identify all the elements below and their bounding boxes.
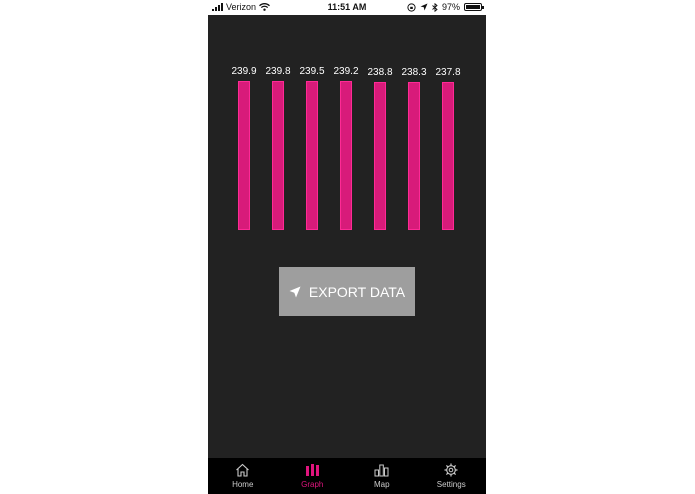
battery-icon — [464, 3, 484, 11]
status-left: Verizon — [212, 2, 270, 12]
tab-graph-label: Graph — [301, 480, 324, 489]
bar-chart: 239.9 239.8 239.5 239.2 238.8 238.3 237.8 — [208, 60, 486, 250]
bluetooth-icon — [432, 2, 438, 12]
tab-settings[interactable]: Settings — [417, 458, 487, 494]
gear-icon — [444, 463, 458, 477]
chart-data-label: 239.9 — [231, 66, 257, 77]
chart-data-label: 239.8 — [265, 66, 291, 77]
tab-home-label: Home — [232, 480, 254, 489]
chart-bar — [374, 82, 386, 230]
export-data-label: EXPORT DATA — [308, 283, 406, 300]
chart-bar — [238, 81, 250, 230]
chart-bar — [340, 81, 352, 230]
phone-screen: Verizon 11:51 AM 97% 239.9 239.8 239.5 2… — [208, 0, 486, 494]
battery-level — [466, 5, 480, 9]
tab-settings-label: Settings — [436, 480, 466, 489]
tab-graph[interactable]: Graph — [278, 458, 348, 494]
graph-icon — [305, 464, 319, 476]
tab-home[interactable]: Home — [208, 458, 278, 494]
location-icon — [420, 3, 428, 11]
battery-percent: 97% — [441, 2, 460, 12]
signal-icon — [212, 3, 223, 11]
chart-bar — [442, 82, 454, 230]
chart-bar — [408, 82, 420, 230]
status-bar: Verizon 11:51 AM 97% — [208, 0, 486, 15]
wifi-icon — [259, 3, 270, 11]
tab-bar: Home Graph Map Settings — [208, 458, 486, 494]
chart-data-label: 239.2 — [333, 66, 359, 77]
map-icon — [374, 464, 389, 477]
chart-bar — [272, 81, 284, 230]
chart-data-label: 238.8 — [367, 67, 393, 78]
send-icon — [289, 286, 301, 297]
tab-map-label: Map — [373, 480, 390, 489]
carrier-name: Verizon — [226, 2, 257, 12]
chart-bar — [306, 81, 318, 230]
tab-map[interactable]: Map — [347, 458, 417, 494]
chart-data-label: 237.8 — [435, 67, 461, 78]
status-right: 97% — [407, 2, 484, 12]
chart-data-label: 239.5 — [299, 66, 325, 77]
export-data-button[interactable]: EXPORT DATA — [279, 267, 415, 316]
home-icon — [236, 463, 250, 477]
chart-data-label: 238.3 — [401, 67, 427, 78]
orientation-lock-icon — [407, 2, 416, 12]
